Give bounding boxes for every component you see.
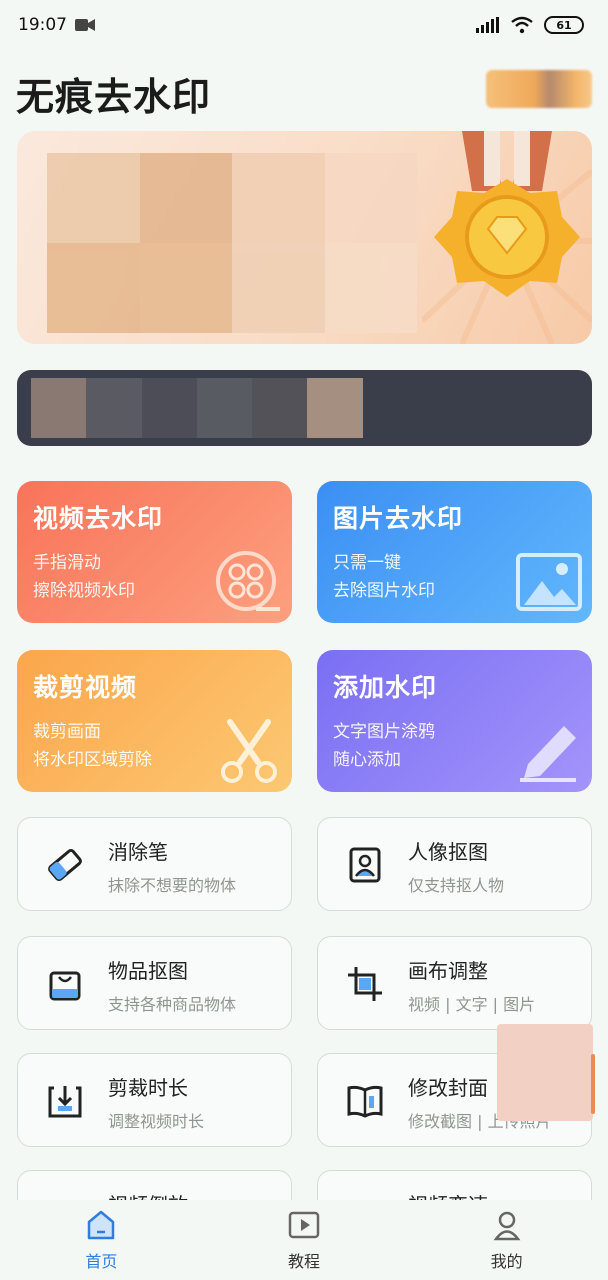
tool-subtitle: 视频 | 文字 | 图片 [408, 995, 536, 1014]
object-cutout-card[interactable]: 物品抠图 支持各种商品物体 [17, 936, 292, 1030]
floating-widget[interactable] [497, 1024, 595, 1121]
wifi-icon [511, 16, 533, 34]
tool-title: 消除笔 [108, 840, 168, 864]
status-right: 61 [476, 16, 584, 34]
card-title: 图片去水印 [333, 504, 464, 533]
tool-title: 物品抠图 [108, 959, 188, 983]
picture-icon [516, 553, 582, 611]
notice-content-blurred [31, 378, 584, 438]
tab-profile[interactable]: 我的 [447, 1208, 567, 1272]
crop-icon [348, 967, 382, 1001]
scissors-icon [221, 719, 277, 783]
canvas-adjust-card[interactable]: 画布调整 视频 | 文字 | 图片 [317, 936, 592, 1030]
tool-title: 人像抠图 [408, 840, 488, 864]
book-icon [347, 1085, 383, 1118]
image-watermark-card[interactable]: 图片去水印 只需一键 去除图片水印 [317, 481, 592, 623]
portrait-cutout-card[interactable]: 人像抠图 仅支持抠人物 [317, 817, 592, 911]
notice-bar[interactable] [17, 370, 592, 446]
video-play-icon [288, 1211, 320, 1239]
video-record-icon [75, 19, 95, 31]
banner-image-blurred [47, 153, 417, 333]
download-box-icon [48, 1086, 82, 1118]
signal-icon [476, 17, 499, 33]
tool-subtitle: 抹除不想要的物体 [108, 876, 237, 895]
battery-icon: 61 [544, 16, 584, 34]
home-icon [88, 1210, 115, 1240]
page-title: 无痕去水印 [16, 75, 212, 119]
tab-home[interactable]: 首页 [41, 1208, 161, 1272]
tool-title: 剪裁时长 [108, 1076, 188, 1100]
tab-label: 我的 [490, 1252, 523, 1271]
status-bar: 19:07 61 [0, 0, 608, 50]
eraser-icon [48, 848, 82, 882]
tab-label: 教程 [287, 1252, 320, 1271]
medal-icon [422, 131, 592, 344]
tool-subtitle: 支持各种商品物体 [108, 995, 237, 1014]
tab-tutorial[interactable]: 教程 [244, 1208, 364, 1272]
tab-label: 首页 [85, 1252, 118, 1271]
crop-video-card[interactable]: 裁剪视频 裁剪画面 将水印区域剪除 [17, 650, 292, 792]
card-title: 裁剪视频 [33, 673, 138, 702]
add-watermark-card[interactable]: 添加水印 文字图片涂鸦 随心添加 [317, 650, 592, 792]
tool-subtitle: 仅支持抠人物 [408, 876, 505, 895]
video-watermark-card[interactable]: 视频去水印 手指滑动 擦除视频水印 [17, 481, 292, 623]
card-title: 添加水印 [333, 673, 438, 702]
bag-icon [49, 971, 81, 1001]
portrait-icon [349, 847, 381, 883]
pen-icon [520, 726, 576, 782]
user-icon [493, 1211, 521, 1241]
status-left: 19:07 [18, 15, 95, 35]
status-time: 19:07 [18, 15, 67, 35]
card-title: 视频去水印 [33, 504, 164, 533]
trim-duration-card[interactable]: 剪裁时长 调整视频时长 [17, 1053, 292, 1147]
promo-banner[interactable] [17, 131, 592, 344]
vip-badge[interactable] [486, 70, 592, 108]
tool-title: 修改封面 [408, 1076, 488, 1100]
eraser-tool-card[interactable]: 消除笔 抹除不想要的物体 [17, 817, 292, 911]
film-reel-icon [216, 551, 280, 611]
bottom-tab-bar: 首页 教程 我的 [0, 1200, 608, 1280]
tool-subtitle: 调整视频时长 [108, 1112, 205, 1131]
tool-title: 画布调整 [408, 959, 488, 983]
